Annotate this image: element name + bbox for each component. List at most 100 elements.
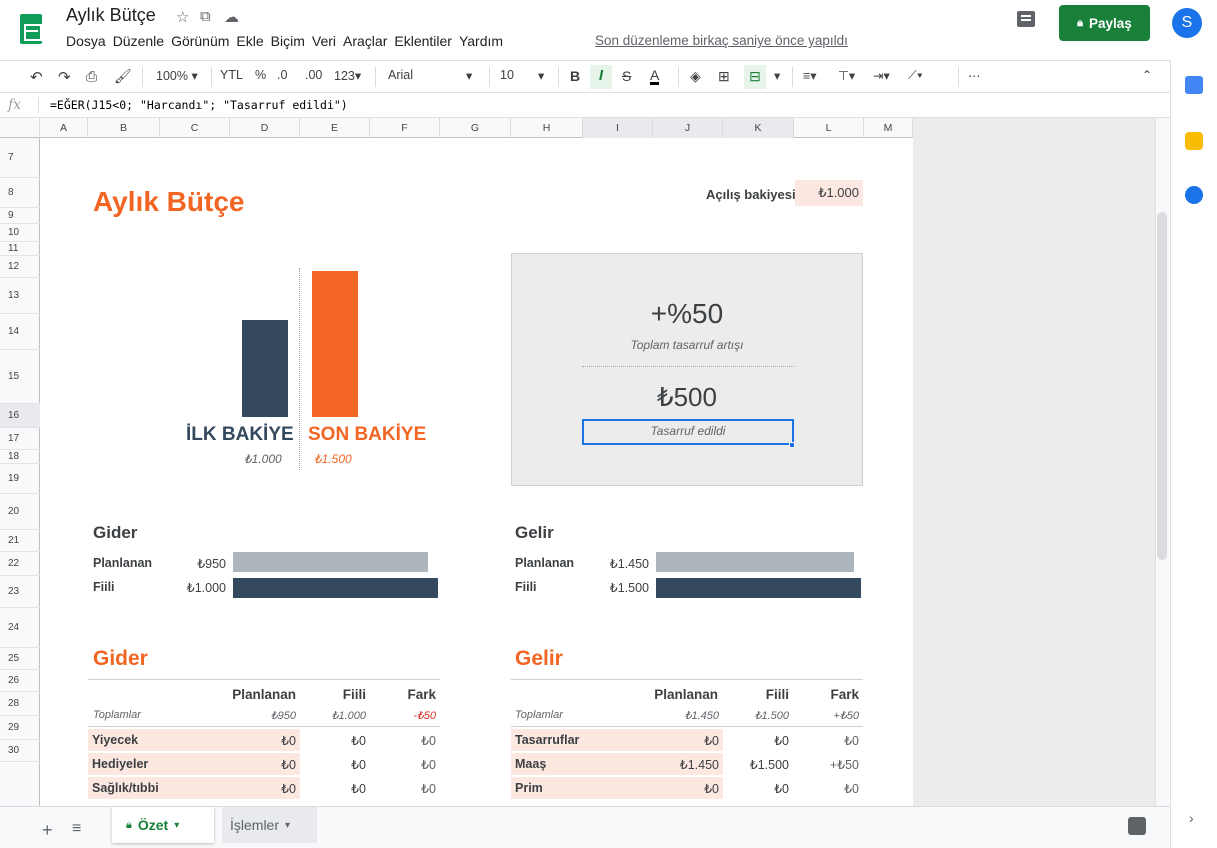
col-d[interactable]: D: [230, 118, 300, 138]
income-row-name[interactable]: Maaş: [511, 753, 653, 775]
expand-panel-icon[interactable]: ›: [1189, 810, 1194, 826]
horizontal-align-icon[interactable]: ≡▾: [803, 68, 817, 83]
income-row-actual[interactable]: ₺1.500: [723, 753, 793, 775]
expense-row-planned[interactable]: ₺0: [230, 777, 300, 799]
income-row-planned[interactable]: ₺0: [653, 777, 723, 799]
row-19[interactable]: 19: [0, 464, 40, 494]
more-formats-select[interactable]: 123▾: [334, 68, 361, 83]
col-g[interactable]: G: [440, 118, 511, 138]
income-row-diff[interactable]: ₺0: [793, 777, 863, 799]
row-8[interactable]: 8: [0, 178, 40, 208]
row-28[interactable]: 28: [0, 692, 40, 716]
fill-handle[interactable]: [789, 442, 795, 448]
paint-format-icon[interactable]: 🖌︎: [114, 68, 132, 85]
explore-icon[interactable]: [1128, 817, 1146, 835]
expense-row-diff[interactable]: ₺0: [370, 777, 440, 799]
income-row-name[interactable]: Tasarruflar: [511, 729, 653, 751]
percent-format-button[interactable]: %: [255, 68, 266, 82]
tab-ozet[interactable]: 🔒︎ Özet ▾: [112, 807, 214, 843]
col-e[interactable]: E: [300, 118, 370, 138]
text-color-button[interactable]: A: [650, 68, 660, 85]
italic-button[interactable]: I: [590, 65, 612, 89]
bold-button[interactable]: B: [570, 68, 580, 84]
income-row-diff[interactable]: +₺50: [793, 753, 863, 775]
menu-addons[interactable]: Eklentiler: [394, 33, 452, 49]
increase-decimal-button[interactable]: .00: [305, 68, 322, 82]
star-icon[interactable]: ☆: [176, 8, 189, 26]
text-rotation-icon[interactable]: ⟋▾: [908, 68, 923, 83]
row-11[interactable]: 11: [0, 242, 40, 256]
last-edit-link[interactable]: Son düzenleme birkaç saniye önce yapıldı: [595, 33, 848, 48]
document-title[interactable]: Aylık Bütçe: [66, 5, 156, 26]
income-row-actual[interactable]: ₺0: [723, 777, 793, 799]
income-row-name[interactable]: Prim: [511, 777, 653, 799]
row-15[interactable]: 15: [0, 350, 40, 404]
expense-row-actual[interactable]: ₺0: [300, 777, 370, 799]
row-22[interactable]: 22: [0, 552, 40, 576]
income-row-planned[interactable]: ₺1.450: [653, 753, 723, 775]
row-10[interactable]: 10: [0, 224, 40, 242]
more-button[interactable]: ⋯: [968, 68, 981, 83]
strikethrough-button[interactable]: S: [622, 68, 631, 84]
text-wrap-icon[interactable]: ⇥▾: [873, 68, 890, 83]
col-c[interactable]: C: [160, 118, 230, 138]
expense-row-name[interactable]: Yiyecek: [88, 729, 230, 751]
menu-format[interactable]: Biçim: [271, 33, 305, 49]
keep-icon[interactable]: [1185, 132, 1203, 150]
row-9[interactable]: 9: [0, 208, 40, 224]
row-14[interactable]: 14: [0, 314, 40, 350]
row-18[interactable]: 18: [0, 450, 40, 464]
merge-dropdown-icon[interactable]: ▾: [774, 68, 780, 83]
expense-row-diff[interactable]: ₺0: [370, 729, 440, 751]
cloud-status-icon[interactable]: ☁: [224, 8, 239, 26]
menu-help[interactable]: Yardım: [459, 33, 503, 49]
fill-color-icon[interactable]: ◈: [690, 68, 701, 85]
undo-icon[interactable]: ↶: [30, 68, 43, 86]
menu-data[interactable]: Veri: [312, 33, 336, 49]
add-sheet-icon[interactable]: +: [42, 820, 53, 841]
tab-islemler[interactable]: İşlemler ▾: [222, 807, 317, 843]
row-24[interactable]: 24: [0, 608, 40, 648]
col-l[interactable]: L: [794, 118, 864, 138]
col-i[interactable]: I: [583, 118, 653, 138]
currency-format-button[interactable]: YTL: [220, 68, 243, 82]
income-row-diff[interactable]: ₺0: [793, 729, 863, 751]
redo-icon[interactable]: ↷: [58, 68, 71, 86]
menu-view[interactable]: Görünüm: [171, 33, 229, 49]
col-k[interactable]: K: [723, 118, 794, 138]
row-23[interactable]: 23: [0, 576, 40, 608]
col-a[interactable]: A: [40, 118, 88, 138]
row-21[interactable]: 21: [0, 530, 40, 552]
menu-edit[interactable]: Düzenle: [113, 33, 164, 49]
expense-row-name[interactable]: Sağlık/tıbbi: [88, 777, 230, 799]
col-m[interactable]: M: [864, 118, 913, 138]
avatar[interactable]: S: [1172, 8, 1202, 38]
row-30[interactable]: 30: [0, 740, 40, 762]
expense-row-planned[interactable]: ₺0: [230, 753, 300, 775]
expense-row-planned[interactable]: ₺0: [230, 729, 300, 751]
row-13[interactable]: 13: [0, 278, 40, 314]
col-f[interactable]: F: [370, 118, 440, 138]
expense-row-actual[interactable]: ₺0: [300, 753, 370, 775]
collapse-toolbar-icon[interactable]: ⌃: [1142, 68, 1152, 82]
expense-row-name[interactable]: Hediyeler: [88, 753, 230, 775]
menu-file[interactable]: Dosya: [66, 33, 106, 49]
row-29[interactable]: 29: [0, 716, 40, 740]
col-h[interactable]: H: [511, 118, 583, 138]
borders-icon[interactable]: ⊞: [718, 68, 730, 85]
menu-insert[interactable]: Ekle: [236, 33, 263, 49]
formula-input[interactable]: =EĞER(J15<0; "Harcandı"; "Tasarruf edild…: [50, 98, 348, 112]
calendar-icon[interactable]: [1185, 76, 1203, 94]
row-16[interactable]: 16: [0, 404, 40, 428]
col-j[interactable]: J: [653, 118, 723, 138]
income-row-planned[interactable]: ₺0: [653, 729, 723, 751]
vertical-align-icon[interactable]: ⊤▾: [838, 68, 855, 83]
merge-cells-icon[interactable]: ⊟: [744, 65, 766, 89]
opening-balance-cell[interactable]: ₺1.000: [795, 180, 863, 206]
row-7[interactable]: 7: [0, 138, 40, 178]
vertical-scroll-thumb[interactable]: [1157, 212, 1167, 560]
expense-row-actual[interactable]: ₺0: [300, 729, 370, 751]
selected-cell-saved-label[interactable]: Tasarruf edildi: [582, 419, 794, 445]
income-row-actual[interactable]: ₺0: [723, 729, 793, 751]
menu-tools[interactable]: Araçlar: [343, 33, 387, 49]
